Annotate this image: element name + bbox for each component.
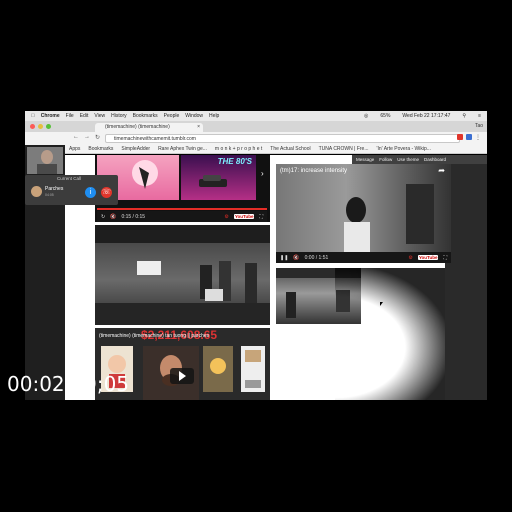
- caller-name: Parches: [45, 186, 64, 192]
- message-button[interactable]: Message: [356, 157, 374, 162]
- page-shadow: [335, 268, 445, 400]
- video-frame: [276, 164, 451, 252]
- menu-view[interactable]: View: [94, 113, 105, 119]
- video-post-increase-intensity[interactable]: (tm)17: increase intensity ➦ ❚❚ 🔇 0:00 /…: [276, 164, 451, 263]
- menu-history[interactable]: History: [111, 113, 127, 119]
- share-icon[interactable]: ➦: [438, 166, 445, 175]
- bookmark-aphex[interactable]: Rare Aphex Twin ge...: [158, 146, 207, 152]
- url-text: timemachinewithcamemit.tumblr.com: [114, 136, 196, 142]
- bookmarks-bar: Apps Bookmarks SimpleAdder Rare Aphex Tw…: [65, 145, 487, 154]
- mac-menubar:  Chrome File Edit View History Bookmark…: [25, 111, 487, 121]
- window-controls: [30, 124, 51, 129]
- follow-button[interactable]: Follow: [379, 157, 392, 162]
- extension-red-icon[interactable]: [457, 134, 463, 140]
- back-icon[interactable]: ←: [73, 134, 79, 141]
- video-time: 0:00 / 1:51: [304, 254, 329, 261]
- menu-help[interactable]: Help: [209, 113, 219, 119]
- forward-icon[interactable]: →: [84, 134, 90, 141]
- bookmark-apps[interactable]: Apps: [69, 146, 80, 152]
- menu-app-name[interactable]: Chrome: [41, 113, 60, 119]
- play-icon: [179, 371, 186, 381]
- next-arrow-icon[interactable]: ›: [261, 169, 264, 178]
- video-time: 0:15 / 0:15: [121, 213, 146, 220]
- thumbnail-lamp: [203, 346, 233, 392]
- address-toolbar: ← → ↻ timemachinewithcamemit.tumblr.com …: [25, 132, 487, 145]
- search-icon[interactable]: ⚲: [462, 113, 466, 119]
- menu-bookmarks[interactable]: Bookmarks: [133, 113, 158, 119]
- video-progress-track[interactable]: [97, 208, 267, 210]
- maximize-window-icon[interactable]: [46, 124, 51, 129]
- timecode-overlay: 00:02:29;05: [7, 372, 130, 396]
- info-icon: i: [89, 189, 92, 196]
- video-title-parches[interactable]: (timemachine) (timemachine) tan tuong ||…: [99, 333, 209, 339]
- tab-close-icon[interactable]: ×: [197, 123, 200, 132]
- thumbnail-phone: [241, 346, 265, 392]
- lamp-icon: [210, 358, 226, 374]
- video-progress-fill: [97, 208, 267, 210]
- use-theme-button[interactable]: Use theme: [397, 157, 419, 162]
- browser-tab[interactable]: (timemachine) (timemachine) ×: [95, 123, 203, 132]
- call-info-button[interactable]: i: [85, 187, 96, 198]
- person-icon: [344, 184, 434, 252]
- url-bar[interactable]: timemachinewithcamemit.tumblr.com: [105, 134, 460, 143]
- play-button[interactable]: [170, 368, 194, 384]
- apple-icon[interactable]: : [31, 113, 35, 119]
- youtube-logo[interactable]: YouTube: [233, 214, 255, 219]
- fullscreen-icon[interactable]: ⛶: [259, 214, 263, 220]
- phone-icon: [245, 350, 261, 388]
- minimize-window-icon[interactable]: [38, 124, 43, 129]
- person-silhouette-icon: [27, 147, 63, 174]
- gallery-photo[interactable]: [95, 225, 270, 325]
- pause-icon[interactable]: ❚❚: [280, 255, 288, 261]
- wifi-icon[interactable]: ◎: [364, 113, 368, 119]
- call-duration: 04:05: [45, 193, 54, 197]
- bookmark-actual-school[interactable]: The Actual School: [270, 146, 310, 152]
- browser-tab-bar: (timemachine) (timemachine) × Tao: [25, 121, 487, 132]
- video-controls: ❚❚ 🔇 0:00 / 1:51 ⚙ YouTube ⛶: [276, 252, 451, 263]
- tab-title: (timemachine) (timemachine): [105, 124, 170, 130]
- bookmark-arte-povera[interactable]: 'In' Arte Povera - Wikip...: [377, 146, 431, 152]
- mute-icon[interactable]: 🔇: [110, 214, 116, 220]
- video-controls: ↻ 🔇 0:15 / 0:15 ⚙ YouTube ⛶: [97, 211, 267, 222]
- hd-icon[interactable]: ⚙: [408, 255, 412, 261]
- clock[interactable]: Wed Feb 22 17:17:47: [402, 113, 450, 119]
- mouse-cursor-icon: [380, 302, 383, 306]
- page-dark-column: [445, 164, 487, 400]
- dashboard-button[interactable]: Dashboard: [424, 157, 446, 162]
- call-header: Current Call: [57, 176, 82, 181]
- profile-button[interactable]: Tao: [475, 123, 483, 129]
- chrome-menu-icon[interactable]: ⋮: [475, 134, 481, 141]
- menu-edit[interactable]: Edit: [80, 113, 89, 119]
- nav-buttons: ← → ↻: [73, 134, 100, 141]
- webcam-thumbnail: [27, 147, 63, 174]
- video-title-80s: THE 80'S: [217, 157, 252, 166]
- thumbnail-80s: THE 80'S: [181, 155, 256, 200]
- phone-hangup-icon: ☏: [102, 189, 111, 196]
- reload-icon[interactable]: ↻: [95, 134, 100, 141]
- fullscreen-icon[interactable]: ⛶: [443, 255, 447, 261]
- hang-up-button[interactable]: ☏: [101, 187, 112, 198]
- menu-file[interactable]: File: [66, 113, 74, 119]
- battery-percent[interactable]: 65%: [380, 113, 390, 119]
- bookmark-bookmarks[interactable]: Bookmarks: [88, 146, 113, 152]
- video-title-intensity[interactable]: (tm)17: increase intensity: [280, 168, 347, 174]
- video-post-80s[interactable]: THE 80'S › ↻ 🔇 0:15 / 0:15 ⚙ YouTube ⛶: [95, 155, 270, 222]
- replay-icon[interactable]: ↻: [101, 214, 105, 220]
- gallery-scene-icon: [95, 225, 270, 325]
- youtube-logo[interactable]: YouTube: [417, 255, 439, 260]
- extension-blue-icon[interactable]: [466, 134, 472, 140]
- bookmark-monk[interactable]: m o n k + p r o p h e t: [215, 146, 262, 152]
- tumblr-controls: Message Follow Use theme Dashboard: [352, 155, 487, 164]
- menu-list-icon[interactable]: ≡: [478, 113, 481, 119]
- mute-icon[interactable]: 🔇: [293, 255, 299, 261]
- caller-avatar: [31, 186, 42, 197]
- bookmark-simpleadder[interactable]: SimpleAdder: [121, 146, 150, 152]
- menu-window[interactable]: Window: [185, 113, 203, 119]
- hd-icon[interactable]: ⚙: [224, 214, 228, 220]
- extension-icons: ⋮: [457, 134, 481, 141]
- bookmark-tuna-crown[interactable]: TUNA CROWN | Fre...: [319, 146, 369, 152]
- menu-people[interactable]: People: [164, 113, 180, 119]
- close-window-icon[interactable]: [30, 124, 35, 129]
